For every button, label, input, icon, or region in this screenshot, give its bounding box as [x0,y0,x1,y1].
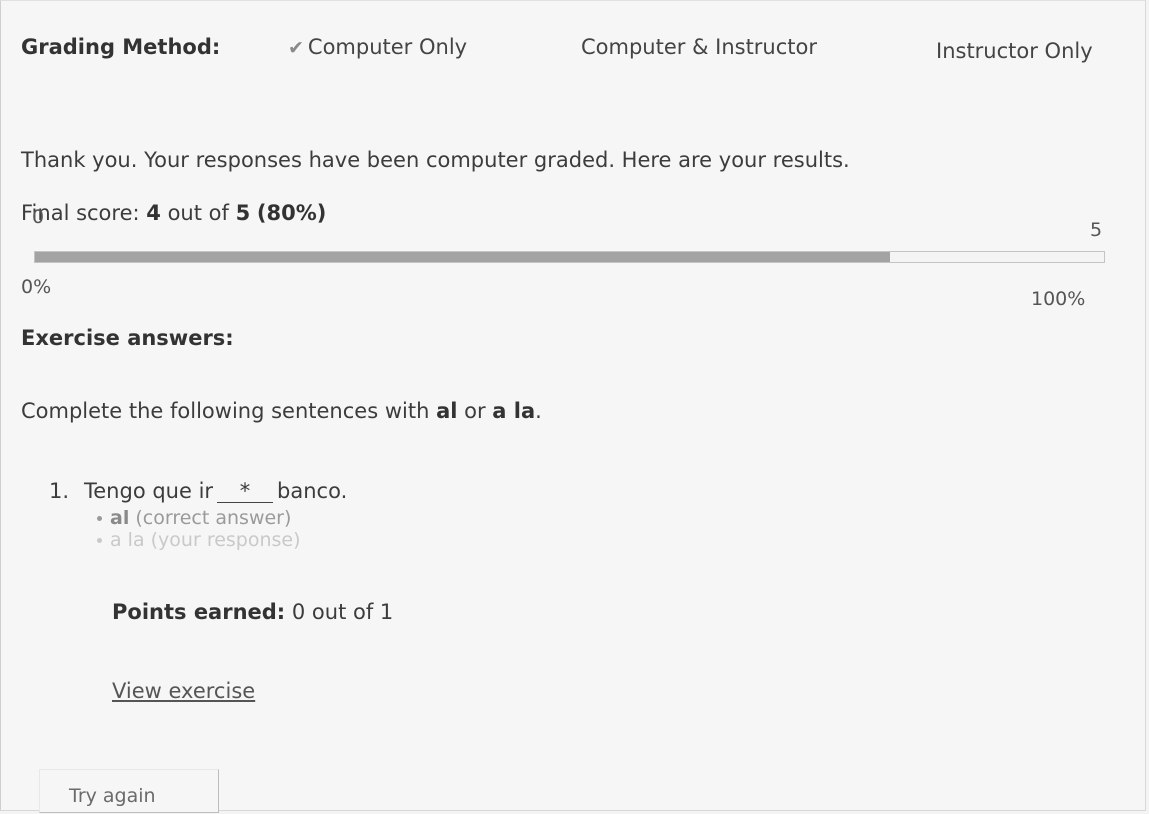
points-earned-label: Points earned: [112,600,286,624]
score-progress-bar [34,251,1105,263]
checkmark-icon: ✔ [288,37,304,59]
instructions-option-2: a la [492,399,536,423]
final-score: Final score: 4 out of 5 (80%) [21,201,326,225]
grading-method-row: Grading Method: [21,35,220,59]
grading-option-computer-instructor: Computer & Instructor [581,35,818,59]
score-total: 5 [235,201,251,225]
question-before: Tengo que ir [84,479,214,503]
results-panel: Grading Method: ✔ Computer Only Computer … [0,0,1146,813]
grading-method-label: Grading Method: [21,35,221,59]
question-after: banco. [277,479,348,503]
correct-answer-note: (correct answer) [129,507,292,529]
percent-max-label: 100% [1031,288,1086,310]
grading-option-instructor-only: Instructor Only [936,39,1093,63]
score-earned: 4 [146,201,161,225]
exercise-answers-heading: Exercise answers: [21,326,234,350]
question-text: Tengo que ir * banco. [84,479,347,503]
answer-blank: * [217,481,274,503]
scale-max-label: 5 [1090,219,1103,241]
final-score-middle: out of [160,201,236,225]
score-progress-fill [35,252,891,262]
bullet-icon [97,538,102,543]
bullet-icon [97,516,102,521]
exercise-instructions: Complete the following sentences with al… [21,399,542,423]
graded-message: Thank you. Your responses have been comp… [21,148,850,172]
instructions-suffix: . [535,399,542,423]
correct-answer-word: al [110,507,130,529]
points-earned: Points earned: 0 out of 1 [112,600,393,624]
percent-min-label: 0% [21,276,52,298]
question-number: 1. [49,479,70,503]
grading-option-label: Computer Only [307,35,468,59]
instructions-or: or [457,399,493,423]
instructions-option-1: al [436,399,458,423]
view-exercise-link[interactable]: View exercise [112,679,255,703]
instructions-prefix: Complete the following sentences with [21,399,437,423]
points-earned-value: 0 out of 1 [285,600,394,624]
user-response-text: a la (your response) [110,529,301,551]
scale-min-label: 0 [32,206,45,228]
user-response-item: a la (your response) [97,529,301,551]
try-again-button[interactable]: Try again [39,769,219,813]
grading-option-computer-only: ✔ Computer Only [288,35,467,59]
correct-answer-item: al (correct answer) [97,507,291,529]
score-percent: (80%) [256,201,327,225]
